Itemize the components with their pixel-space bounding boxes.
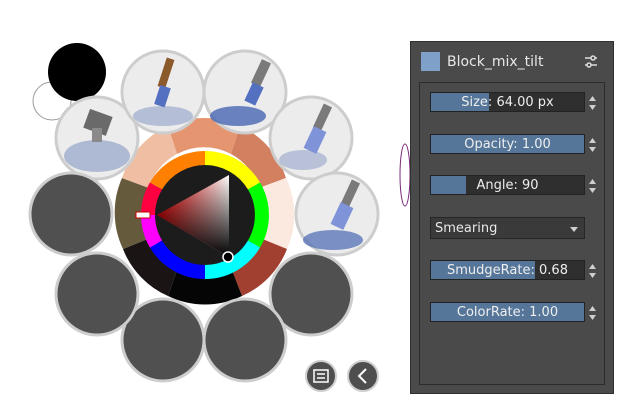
opacity-label: Opacity: — [464, 137, 518, 152]
opacity-value: 1.00 — [521, 137, 551, 152]
recent-color-swatch[interactable] — [168, 270, 242, 305]
angle-spinbox-arrows[interactable] — [585, 176, 600, 196]
size-value: 64.00 px — [496, 95, 554, 110]
smudge-rate-slider[interactable]: SmudgeRate: 0.68 — [430, 260, 596, 280]
size-label: Size: — [461, 95, 493, 110]
color-rate-slider[interactable]: ColorRate: 1.00 — [430, 302, 596, 322]
brush-preset-slot[interactable] — [120, 49, 206, 135]
brush-preset-slot-empty[interactable] — [54, 251, 140, 337]
brush-preset-slot[interactable] — [294, 171, 380, 257]
opacity-slider[interactable]: Opacity: 1.00 — [430, 134, 596, 154]
color-rate-label: ColorRate: — [456, 305, 526, 320]
color-rate-value: 1.00 — [529, 305, 559, 320]
tag-list-button[interactable] — [305, 360, 337, 392]
opacity-spinbox-arrows[interactable] — [585, 135, 600, 155]
collapse-panel-button[interactable] — [347, 360, 379, 392]
angle-slider[interactable]: Angle: 90 — [430, 175, 596, 195]
chevron-down-icon — [570, 227, 578, 232]
foreground-color-swatch[interactable] — [48, 43, 106, 101]
smudge-rate-value: 0.68 — [539, 263, 568, 278]
brush-preset-slot-empty[interactable] — [28, 171, 114, 257]
blend-mode-dropdown[interactable]: Smearing — [430, 217, 585, 239]
size-slider[interactable]: Size: 64.00 px — [430, 92, 596, 112]
popup-palette — [28, 43, 380, 392]
brush-preset-slot-empty[interactable] — [202, 297, 288, 383]
angle-value: 90 — [521, 178, 539, 193]
color-rate-spinbox-arrows[interactable] — [585, 303, 600, 323]
smudge-rate-spinbox-arrows[interactable] — [585, 261, 600, 281]
color-selector[interactable] — [222, 251, 234, 263]
size-spinbox-arrows[interactable] — [585, 93, 600, 113]
hue-selector[interactable] — [135, 211, 151, 219]
blend-mode-value: Smearing — [435, 221, 498, 236]
smudge-rate-label: SmudgeRate: — [447, 263, 535, 278]
brush-preset-icon — [421, 52, 440, 71]
preset-title: Block_mix_tilt — [447, 54, 544, 70]
brush-preset-panel: Block_mix_tilt Size: 64.00 px Opacity: 1… — [410, 41, 614, 394]
settings-icon[interactable] — [583, 54, 599, 70]
angle-label: Angle: — [476, 178, 518, 193]
brush-preset-slot[interactable] — [268, 95, 354, 181]
